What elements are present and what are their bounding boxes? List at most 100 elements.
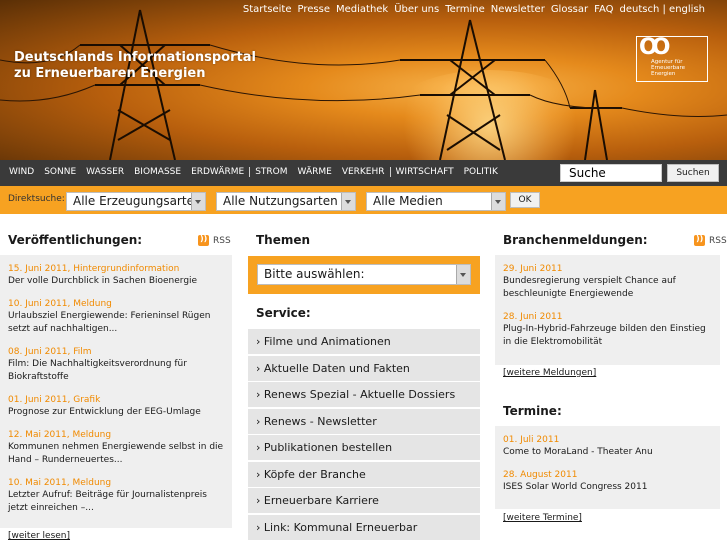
nav-verkehr[interactable]: VERKEHR: [337, 167, 390, 177]
service-item-label: Renews Spezial - Aktuelle Dossiers: [263, 388, 456, 401]
news-title[interactable]: Letzter Aufruf: Beiträge für Journaliste…: [8, 489, 224, 515]
news-title[interactable]: Bundesregierung verspielt Chance auf bes…: [503, 275, 712, 301]
site-title-line2: zu Erneuerbaren Energien: [14, 66, 206, 81]
topnav-ueber-uns[interactable]: Über uns: [394, 4, 439, 15]
topnav-faq[interactable]: FAQ: [594, 4, 613, 15]
nav-wasser[interactable]: WASSER: [81, 167, 129, 177]
chevron-right-icon: ›: [256, 520, 261, 534]
erzeugungsarten-select[interactable]: Alle Erzeugungsarten: [66, 192, 206, 211]
chevron-down-icon: [456, 265, 470, 284]
lang-english-link[interactable]: english: [669, 4, 705, 15]
logo-text: Agentur für Erneuerbare Energien: [651, 59, 686, 77]
weitere-termine-link[interactable]: [weitere Termine]: [503, 513, 582, 523]
nav-sonne[interactable]: SONNE: [39, 167, 81, 177]
chevron-right-icon: ›: [256, 388, 261, 401]
agency-logo[interactable]: OO Agentur für Erneuerbare Energien: [636, 35, 708, 82]
chevron-right-icon: ›: [256, 494, 261, 507]
news-date: 29. Juni 2011: [503, 264, 563, 274]
news-title[interactable]: Der volle Durchblick in Sachen Bioenergi…: [8, 275, 224, 288]
service-item-label: Publikationen bestellen: [263, 441, 393, 454]
topnav-mediathek[interactable]: Mediathek: [336, 4, 388, 15]
service-item-label: Link: Kommunal Erneuerbar: [263, 520, 418, 534]
chevron-right-icon: ›: [256, 467, 261, 481]
news-meta: 12. Mai 2011, Meldung: [8, 430, 112, 440]
list-item[interactable]: 10. Juni 2011, Meldung Urlaubsziel Energ…: [8, 298, 224, 336]
service-item[interactable]: › Publikationen bestellen: [248, 435, 480, 460]
topnav-termine[interactable]: Termine: [445, 4, 485, 15]
erzeugungsarten-value: Alle Erzeugungsarten: [73, 194, 202, 208]
weiter-lesen-link[interactable]: [weiter lesen]: [8, 531, 70, 541]
rss-icon: [198, 234, 209, 246]
medien-value: Alle Medien: [373, 194, 443, 208]
news-title[interactable]: Film: Die Nachhaltigkeitsverordnung für …: [8, 358, 224, 384]
direktsuche-label: Direktsuche:: [8, 194, 65, 204]
news-title[interactable]: ISES Solar World Congress 2011: [503, 481, 712, 494]
list-item[interactable]: 28. Juni 2011 Plug-In-Hybrid-Fahrzeuge b…: [503, 311, 712, 349]
service-item[interactable]: › Filme und Animationen: [248, 329, 480, 354]
nutzungsarten-select[interactable]: Alle Nutzungsarten: [216, 192, 356, 211]
list-item[interactable]: 15. Juni 2011, Hintergrundinformation De…: [8, 263, 224, 288]
news-title[interactable]: Plug-In-Hybrid-Fahrzeuge bilden den Eins…: [503, 323, 712, 349]
publications-rss-link[interactable]: RSS: [198, 234, 231, 246]
search-button[interactable]: Suchen: [667, 164, 719, 182]
news-title[interactable]: Come to MoraLand - Theater Anu: [503, 446, 712, 459]
medien-select[interactable]: Alle Medien: [366, 192, 506, 211]
header-banner: Startseite Presse Mediathek Über uns Ter…: [0, 0, 727, 160]
nav-wirtschaft[interactable]: WIRTSCHAFT: [389, 167, 459, 177]
chevron-right-icon: ›: [256, 361, 261, 375]
nav-erdwaerme[interactable]: ERDWÄRME: [186, 167, 249, 177]
news-title[interactable]: Kommunen nehmen Energiewende selbst in d…: [8, 441, 224, 467]
nav-biomasse[interactable]: BIOMASSE: [129, 167, 186, 177]
news-title[interactable]: Urlaubsziel Energiewende: Ferieninsel Rü…: [8, 310, 224, 336]
list-item[interactable]: 12. Mai 2011, Meldung Kommunen nehmen En…: [8, 429, 224, 467]
news-date: 01. Juli 2011: [503, 435, 560, 445]
branchen-list: 29. Juni 2011 Bundesregierung verspielt …: [495, 255, 720, 365]
termine-list: 01. Juli 2011 Come to MoraLand - Theater…: [495, 426, 720, 509]
site-title: Deutschlands Informationsportal zu Erneu…: [14, 50, 256, 82]
rss-icon: [694, 234, 705, 246]
nav-strom[interactable]: STROM: [249, 167, 292, 177]
service-item-label: Erneuerbare Karriere: [263, 494, 379, 507]
lang-separator: |: [659, 4, 670, 15]
filter-ok-button[interactable]: OK: [510, 192, 540, 208]
rss-label: RSS: [709, 235, 727, 246]
site-title-line1: Deutschlands Informationsportal: [14, 50, 256, 65]
list-item[interactable]: 10. Mai 2011, Meldung Letzter Aufruf: Be…: [8, 477, 224, 515]
lang-deutsch-link[interactable]: deutsch: [620, 4, 660, 15]
service-item[interactable]: › Erneuerbare Karriere: [248, 488, 480, 513]
topnav-presse[interactable]: Presse: [298, 4, 330, 15]
news-date: 28. August 2011: [503, 470, 578, 480]
language-switch: deutsch | english: [620, 4, 706, 15]
service-item[interactable]: › Aktuelle Daten und Fakten: [248, 355, 480, 381]
news-meta: 10. Juni 2011, Meldung: [8, 299, 112, 309]
service-item-label: Aktuelle Daten und Fakten: [263, 361, 410, 375]
news-title[interactable]: Prognose zur Entwicklung der EEG-Umlage: [8, 406, 224, 419]
service-item[interactable]: › Köpfe der Branche: [248, 461, 480, 487]
top-navigation: Startseite Presse Mediathek Über uns Ter…: [243, 4, 705, 15]
nav-wind[interactable]: WIND: [4, 167, 39, 177]
list-item[interactable]: 01. Juni 2011, Grafik Prognose zur Entwi…: [8, 394, 224, 419]
themen-select[interactable]: Bitte auswählen:: [257, 264, 471, 285]
topnav-startseite[interactable]: Startseite: [243, 4, 292, 15]
branchen-rss-link[interactable]: RSS: [694, 234, 727, 246]
rss-label: RSS: [213, 235, 231, 246]
service-heading: Service:: [256, 306, 311, 320]
list-item[interactable]: 28. August 2011 ISES Solar World Congres…: [503, 469, 712, 494]
themen-select-value: Bitte auswählen:: [264, 267, 365, 281]
chevron-right-icon: ›: [256, 414, 261, 428]
topnav-glossar[interactable]: Glossar: [551, 4, 588, 15]
list-item[interactable]: 29. Juni 2011 Bundesregierung verspielt …: [503, 263, 712, 301]
weitere-meldungen-link[interactable]: [weitere Meldungen]: [503, 368, 596, 378]
topnav-newsletter[interactable]: Newsletter: [491, 4, 545, 15]
themen-heading: Themen: [256, 233, 311, 247]
list-item[interactable]: 08. Juni 2011, Film Film: Die Nachhaltig…: [8, 346, 224, 384]
nav-politik[interactable]: POLITIK: [459, 167, 503, 177]
service-item[interactable]: › Renews - Newsletter: [248, 408, 480, 434]
list-item[interactable]: 01. Juli 2011 Come to MoraLand - Theater…: [503, 434, 712, 459]
nav-waerme[interactable]: WÄRME: [293, 167, 337, 177]
news-date: 28. Juni 2011: [503, 312, 563, 322]
service-item[interactable]: › Link: Kommunal Erneuerbar: [248, 514, 480, 540]
search-input[interactable]: [560, 164, 662, 182]
chevron-down-icon: [341, 193, 355, 210]
service-item[interactable]: › Renews Spezial - Aktuelle Dossiers: [248, 382, 480, 407]
